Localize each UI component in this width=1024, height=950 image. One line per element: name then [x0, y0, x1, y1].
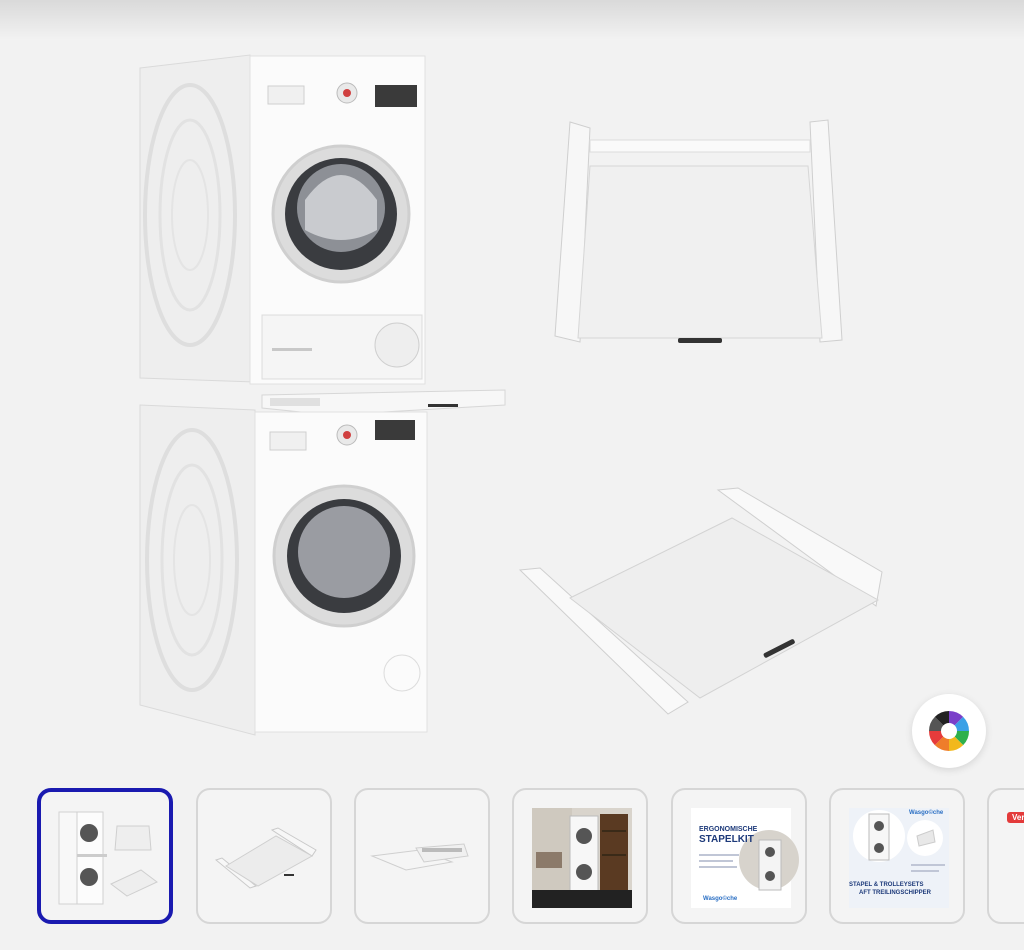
thumbnail-7[interactable]: Verp	[987, 788, 1024, 924]
thumbnail-5-heading-line1: ERGONOMISCHE	[699, 826, 758, 833]
thumbnail-4[interactable]	[512, 788, 648, 924]
shelf-angled-view	[518, 487, 883, 715]
thumbnail-7-badge: Verp	[1007, 812, 1024, 823]
thumbnail-5-brand: Wasgo©che	[703, 896, 738, 902]
thumbnail-1[interactable]	[37, 788, 173, 924]
thumbnail-4-image	[532, 808, 632, 908]
thumbnail-3-image	[370, 843, 469, 871]
thumbnail-2[interactable]	[196, 788, 332, 924]
stacked-appliances	[139, 54, 506, 736]
shelf-top-view	[554, 119, 843, 343]
thumbnail-6-footer-line1: STAPEL & TROLLEYSETS	[849, 882, 924, 888]
thumbnail-6-image	[849, 808, 949, 908]
thumbnail-6[interactable]: Wasgo©che STAPEL & TROLLEYSETS AFT TREIL…	[829, 788, 965, 924]
thumbnail-6-footer-line2: AFT TREILINGSCHIPPER	[859, 890, 932, 896]
thumbnail-5-heading-line2: STAPELKIT	[699, 834, 754, 845]
color-picker-button[interactable]	[912, 694, 986, 768]
thumbnail-strip: ERGONOMISCHE STAPELKIT Wasgo©che Wasgo©c…	[0, 786, 1024, 930]
thumbnail-1-image	[58, 811, 158, 905]
thumbnail-5-image	[691, 808, 799, 908]
main-product-image	[139, 54, 883, 736]
color-wheel-icon	[929, 711, 969, 751]
thumbnail-6-brand: Wasgo©che	[909, 810, 944, 816]
thumbnail-5[interactable]: ERGONOMISCHE STAPELKIT Wasgo©che	[671, 788, 807, 924]
thumbnail-3[interactable]	[354, 788, 490, 924]
thumbnail-2-image	[214, 827, 317, 889]
